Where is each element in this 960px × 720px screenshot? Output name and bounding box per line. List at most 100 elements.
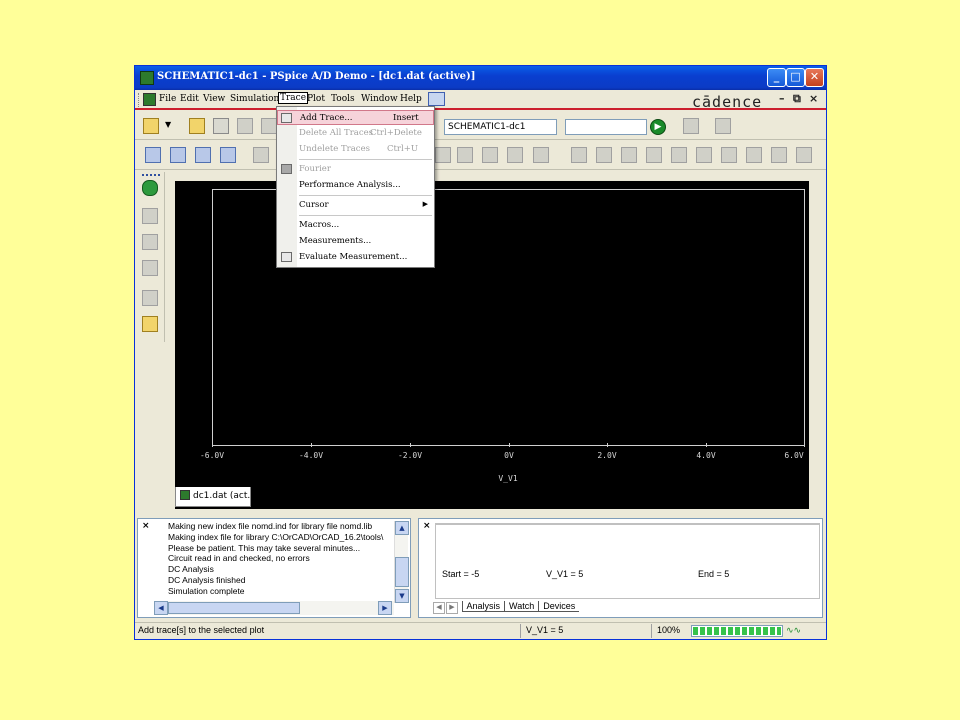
mark-label-icon[interactable] xyxy=(796,147,812,163)
print-icon[interactable] xyxy=(261,118,277,134)
cursor-point-icon[interactable] xyxy=(696,147,712,163)
waveform-activity-icon: ∿∿ xyxy=(786,625,802,635)
cursor-max-icon[interactable] xyxy=(671,147,687,163)
run-simulation-icon[interactable]: ▶ xyxy=(650,119,666,135)
zoom-fit-icon[interactable] xyxy=(220,147,236,163)
plot-area[interactable]: -6.0V -4.0V -2.0V 0V 2.0V 4.0V 6.0V V_V1 xyxy=(175,181,809,509)
title-bar[interactable]: SCHEMATIC1-dc1 - PSpice A/D Demo - [dc1.… xyxy=(135,66,826,90)
status-zoom: 100% xyxy=(657,625,681,635)
menu-measurements[interactable]: Measurements... xyxy=(277,234,434,249)
status-close-icon[interactable]: × xyxy=(423,521,431,531)
simulation-profile-combo[interactable]: SCHEMATIC1-dc1 xyxy=(444,119,557,135)
menu-edit[interactable]: Edit xyxy=(180,94,199,104)
add-trace-icon[interactable] xyxy=(435,147,451,163)
left-toolbar xyxy=(137,172,165,342)
menu-fourier[interactable]: Fourier xyxy=(277,162,434,177)
pspice-app-icon[interactable] xyxy=(140,71,154,85)
performance-analysis-icon[interactable] xyxy=(507,147,523,163)
menu-item-shortcut: Insert xyxy=(393,113,419,123)
pause-icon[interactable] xyxy=(715,118,731,134)
cursor-trough-icon[interactable] xyxy=(596,147,612,163)
left-toolbar-grip[interactable] xyxy=(142,174,160,176)
add-plot-icon[interactable] xyxy=(142,290,158,306)
minimize-button[interactable]: _ xyxy=(767,68,786,87)
save-icon[interactable] xyxy=(237,118,253,134)
tab-scroll-left-icon[interactable]: ◀ xyxy=(433,602,445,614)
horizontal-scroll-thumb[interactable] xyxy=(168,602,300,614)
menu-trace[interactable]: Trace xyxy=(278,92,309,104)
fft-icon[interactable] xyxy=(457,147,473,163)
scroll-down-icon[interactable]: ▼ xyxy=(395,589,409,603)
cursor-slope-icon[interactable] xyxy=(621,147,637,163)
pspice-window: SCHEMATIC1-dc1 - PSpice A/D Demo - [dc1.… xyxy=(134,65,827,640)
cursor-next-transition-icon[interactable] xyxy=(746,147,762,163)
output-close-icon[interactable]: × xyxy=(142,521,150,531)
menu-delete-all-traces[interactable]: Delete All Traces Ctrl+Delete xyxy=(277,126,434,141)
tab-watch[interactable]: Watch xyxy=(504,601,539,612)
new-dropdown-arrow-icon[interactable]: ▼ xyxy=(165,120,171,129)
cursor-min-icon[interactable] xyxy=(646,147,662,163)
mdi-window-icon[interactable] xyxy=(428,92,445,106)
menu-plot[interactable]: Plot xyxy=(307,94,325,104)
edit-profile-icon[interactable] xyxy=(683,118,699,134)
menu-undelete-traces[interactable]: Undelete Traces Ctrl+U xyxy=(277,142,434,157)
menu-item-label: Performance Analysis... xyxy=(299,180,401,190)
maximize-button[interactable]: □ xyxy=(786,68,805,87)
menu-item-label: Measurements... xyxy=(299,236,372,246)
scroll-up-icon[interactable]: ▲ xyxy=(395,521,409,535)
output-horizontal-scrollbar[interactable]: ◀ ▶ xyxy=(154,601,394,615)
cursor-prev-transition-icon[interactable] xyxy=(771,147,787,163)
fourier-icon xyxy=(281,164,292,174)
zoom-area-icon[interactable] xyxy=(195,147,211,163)
menu-item-label: Delete All Traces xyxy=(299,128,373,138)
cursor-peak-icon[interactable] xyxy=(571,147,587,163)
open-simulation-icon[interactable] xyxy=(213,118,229,134)
copy-plot-icon[interactable] xyxy=(142,208,158,224)
output-vertical-scrollbar[interactable]: ▲ ▼ xyxy=(394,521,409,603)
output-line: Making new index file nomd.ind for libra… xyxy=(168,521,373,531)
zoom-out-icon[interactable] xyxy=(170,147,186,163)
simulation-status-icon[interactable] xyxy=(142,180,158,196)
tab-devices[interactable]: Devices xyxy=(538,601,580,612)
open-folder-icon[interactable] xyxy=(189,118,205,134)
plot-label-icon[interactable] xyxy=(533,147,549,163)
waveform-window-icon[interactable] xyxy=(142,260,158,276)
menu-item-label: Add Trace... xyxy=(300,113,353,123)
menu-item-shortcut: Ctrl+U xyxy=(387,144,418,154)
close-button[interactable]: ✕ xyxy=(805,68,824,87)
menu-performance-analysis[interactable]: Performance Analysis... xyxy=(277,178,434,193)
menu-separator xyxy=(299,159,432,160)
menu-window[interactable]: Window xyxy=(361,94,398,104)
document-icon[interactable] xyxy=(143,93,156,106)
edit-waveform-icon[interactable] xyxy=(142,316,158,332)
plot-document-tab[interactable]: dc1.dat (act... xyxy=(175,487,256,507)
menu-macros[interactable]: Macros... xyxy=(277,218,434,233)
menu-evaluate-measurement[interactable]: Evaluate Measurement... xyxy=(277,250,434,265)
menu-file[interactable]: File xyxy=(159,94,176,104)
menu-cursor[interactable]: Cursor ▶ xyxy=(277,198,434,213)
mdi-minimize-button[interactable]: – xyxy=(779,92,785,105)
scroll-right-icon[interactable]: ▶ xyxy=(378,601,392,615)
mdi-restore-button[interactable]: ⧉ xyxy=(793,92,801,106)
label-text-icon[interactable] xyxy=(482,147,498,163)
tab-analysis[interactable]: Analysis xyxy=(461,601,505,612)
menu-tools[interactable]: Tools xyxy=(331,94,355,104)
zoom-in-icon[interactable] xyxy=(145,147,161,163)
scroll-thumb[interactable] xyxy=(395,557,409,587)
secondary-combo[interactable] xyxy=(565,119,647,135)
log-x-axis-icon[interactable] xyxy=(253,147,269,163)
x-axis-label: V_V1 xyxy=(498,474,518,483)
menubar-grip[interactable] xyxy=(138,93,141,107)
sweep-start-value: Start = -5 xyxy=(442,569,480,579)
cursor-search-icon[interactable] xyxy=(721,147,737,163)
menu-add-trace[interactable]: Add Trace... Insert xyxy=(277,110,434,125)
menu-simulation[interactable]: Simulation xyxy=(230,94,279,104)
menu-view[interactable]: View xyxy=(203,94,225,104)
new-file-icon[interactable] xyxy=(143,118,159,134)
menu-help[interactable]: Help xyxy=(400,94,422,104)
mdi-close-button[interactable]: × xyxy=(809,92,818,105)
tab-scroll-right-icon[interactable]: ▶ xyxy=(446,602,458,614)
status-separator xyxy=(520,624,521,638)
output-file-icon[interactable] xyxy=(142,234,158,250)
scroll-left-icon[interactable]: ◀ xyxy=(154,601,168,615)
